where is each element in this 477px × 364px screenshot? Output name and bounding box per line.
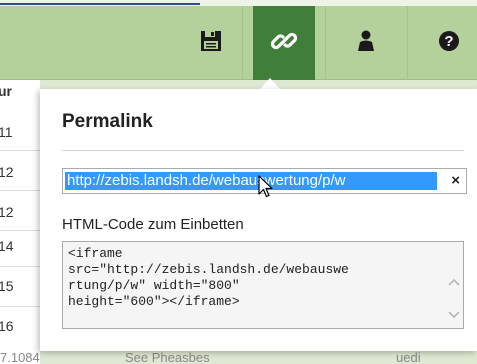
toolbar-separator <box>407 6 408 80</box>
table-header-stub: ur <box>0 83 12 99</box>
bottom-row-cell: 7.1084 <box>0 350 40 364</box>
scroll-up-icon[interactable] <box>448 273 460 291</box>
scroll-down-icon[interactable] <box>448 306 460 324</box>
embed-code-label: HTML-Code zum Einbetten <box>62 216 244 233</box>
permalink-popup: Permalink http://zebis.landsh.de/webausw… <box>40 89 477 351</box>
scrollbar[interactable] <box>445 242 463 328</box>
table-row[interactable]: 14 <box>0 226 40 266</box>
table-row[interactable]: 15 <box>0 266 40 306</box>
bottom-row-cell: uedi <box>396 350 421 364</box>
toolbar-separator <box>242 6 243 80</box>
popup-title: Permalink <box>62 111 153 132</box>
row-divider <box>0 150 40 151</box>
link-icon <box>270 28 298 59</box>
help-button[interactable]: ? <box>418 6 477 80</box>
bottom-row-cell: See Pheasbes <box>125 350 210 364</box>
toolbar-separator <box>325 6 326 80</box>
person-icon <box>356 30 376 57</box>
embed-code-textarea[interactable]: <iframe src="http://zebis.landsh.de/weba… <box>62 241 464 329</box>
popup-divider <box>62 150 464 151</box>
clear-button[interactable]: × <box>451 172 460 189</box>
mouse-cursor-icon <box>258 175 274 204</box>
embed-code-text: <iframe src="http://zebis.landsh.de/weba… <box>68 246 349 309</box>
popup-arrow <box>260 78 280 89</box>
table-row[interactable]: 12 <box>0 152 40 192</box>
permalink-url-input[interactable]: http://zebis.landsh.de/webauswertung/p/w <box>65 172 437 190</box>
svg-text:?: ? <box>444 33 453 50</box>
table-row[interactable]: 16 <box>0 306 40 346</box>
toolbar: ? <box>0 6 477 80</box>
save-button[interactable] <box>180 6 242 80</box>
save-icon <box>200 30 222 57</box>
help-icon: ? <box>438 30 460 57</box>
table-row[interactable]: 11 <box>0 112 40 152</box>
row-divider <box>0 190 40 191</box>
top-accent-line <box>0 3 200 5</box>
user-button[interactable] <box>335 6 397 80</box>
permalink-button[interactable] <box>253 6 315 80</box>
